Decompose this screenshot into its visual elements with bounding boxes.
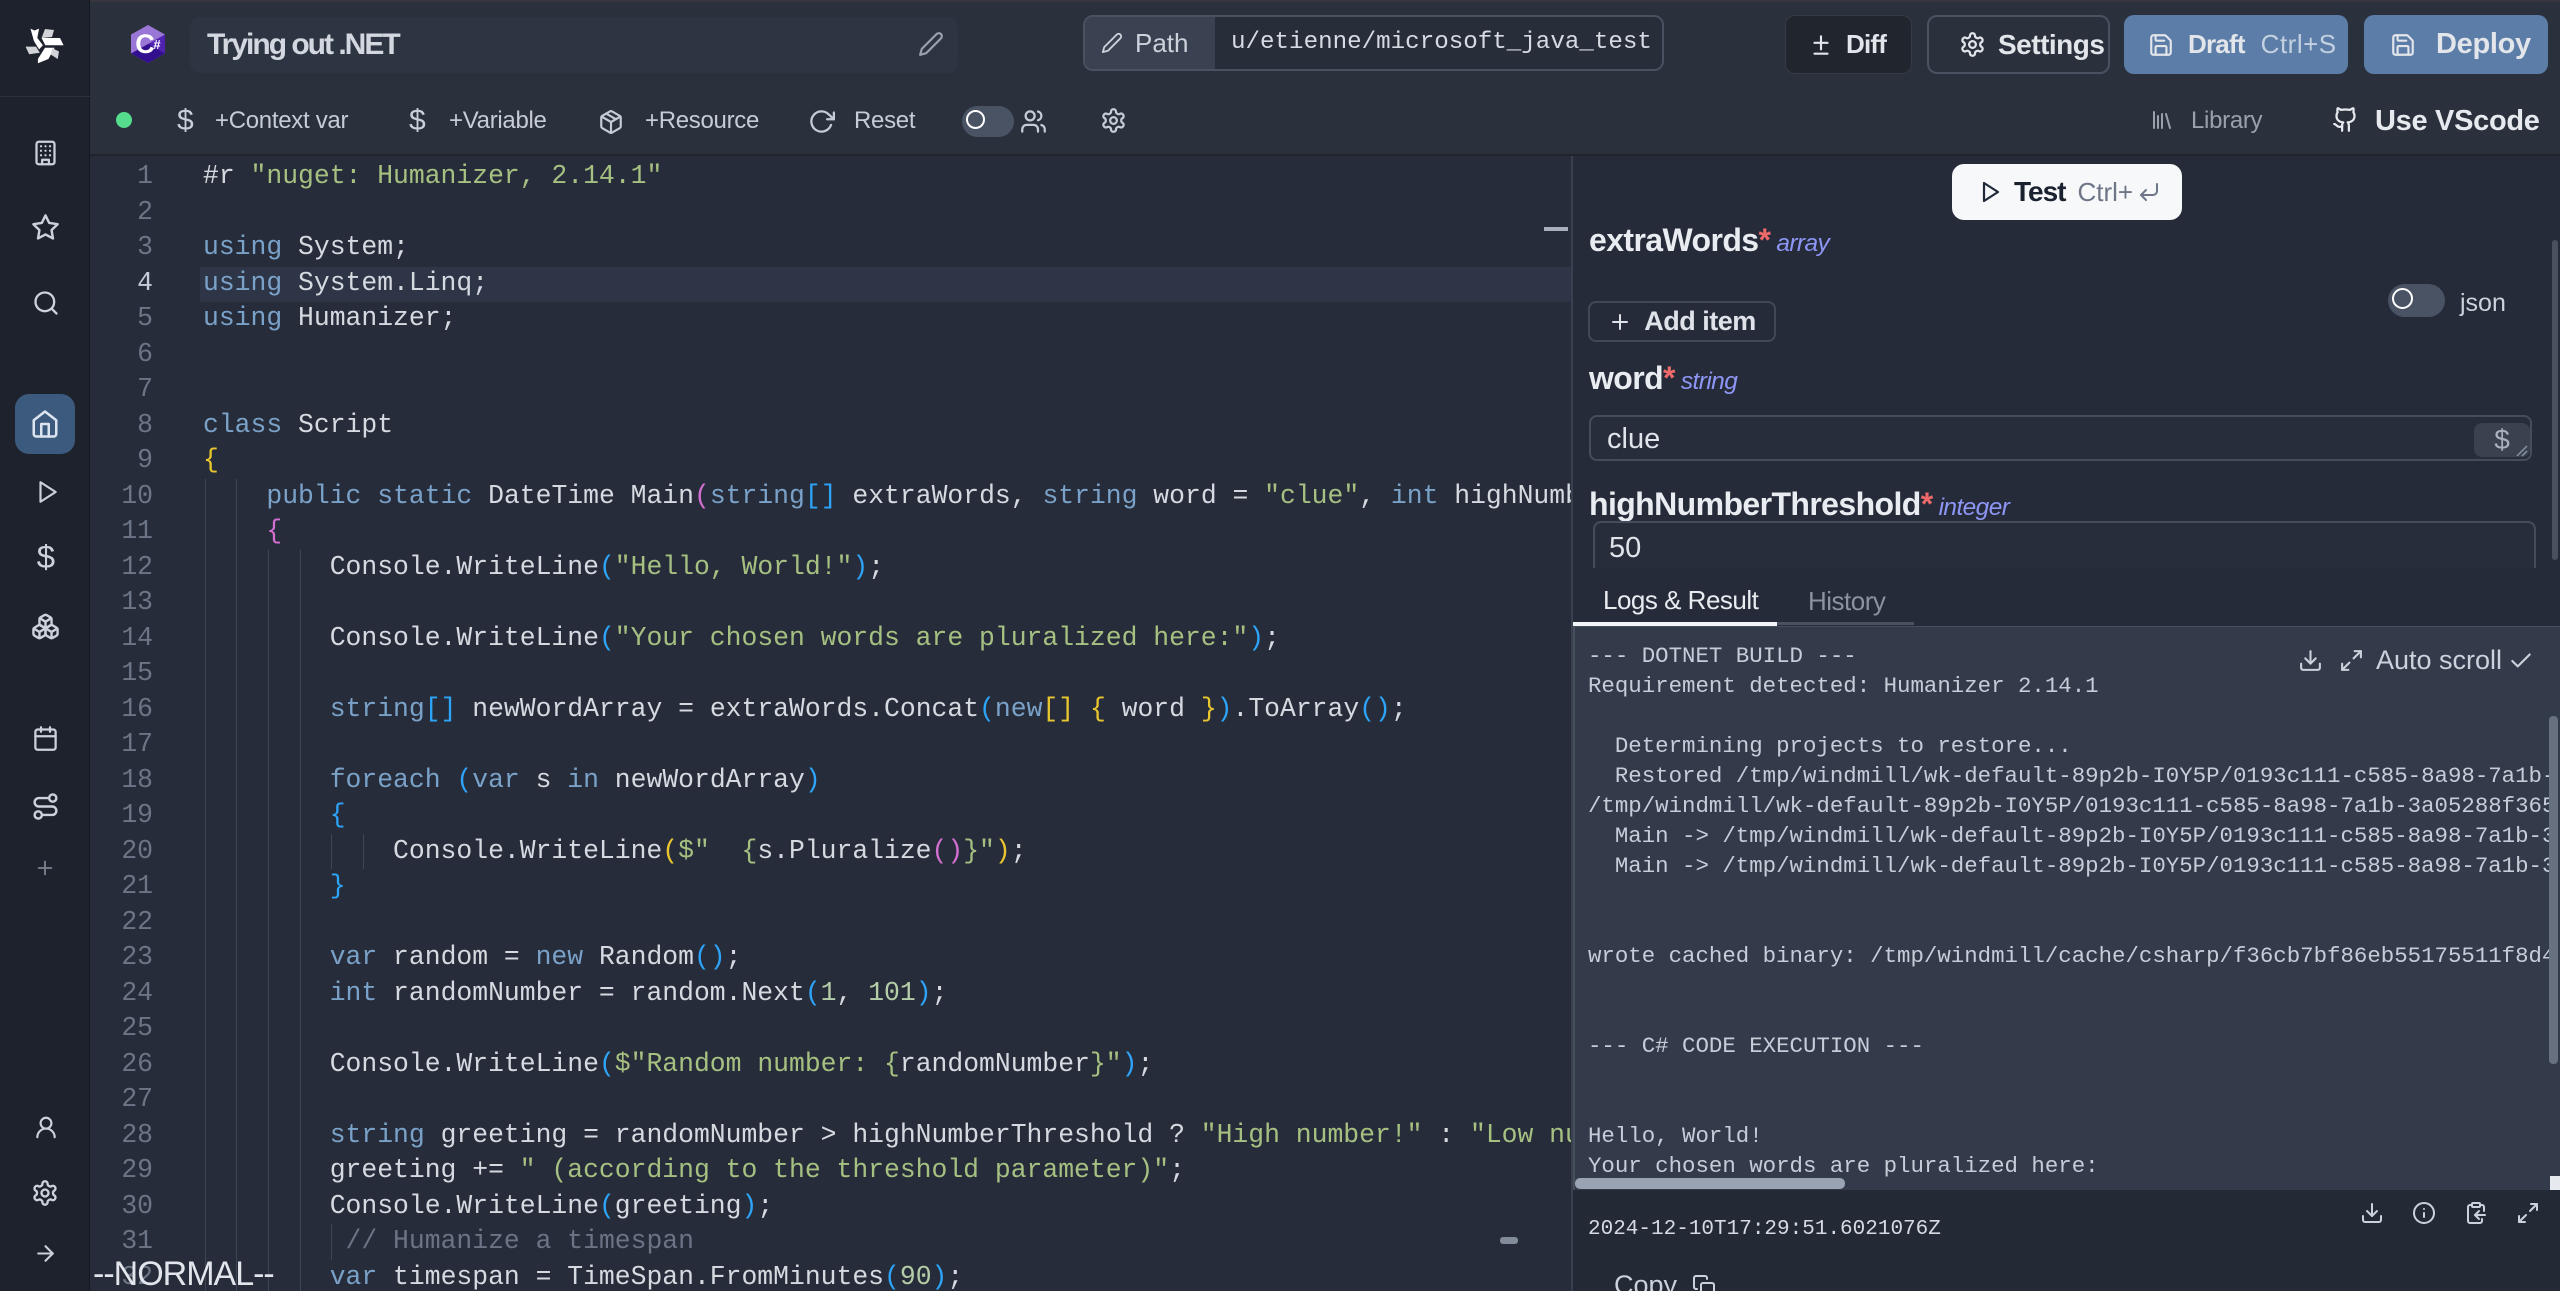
svg-text:C: C [135,29,155,59]
svg-text:#: # [153,37,161,52]
